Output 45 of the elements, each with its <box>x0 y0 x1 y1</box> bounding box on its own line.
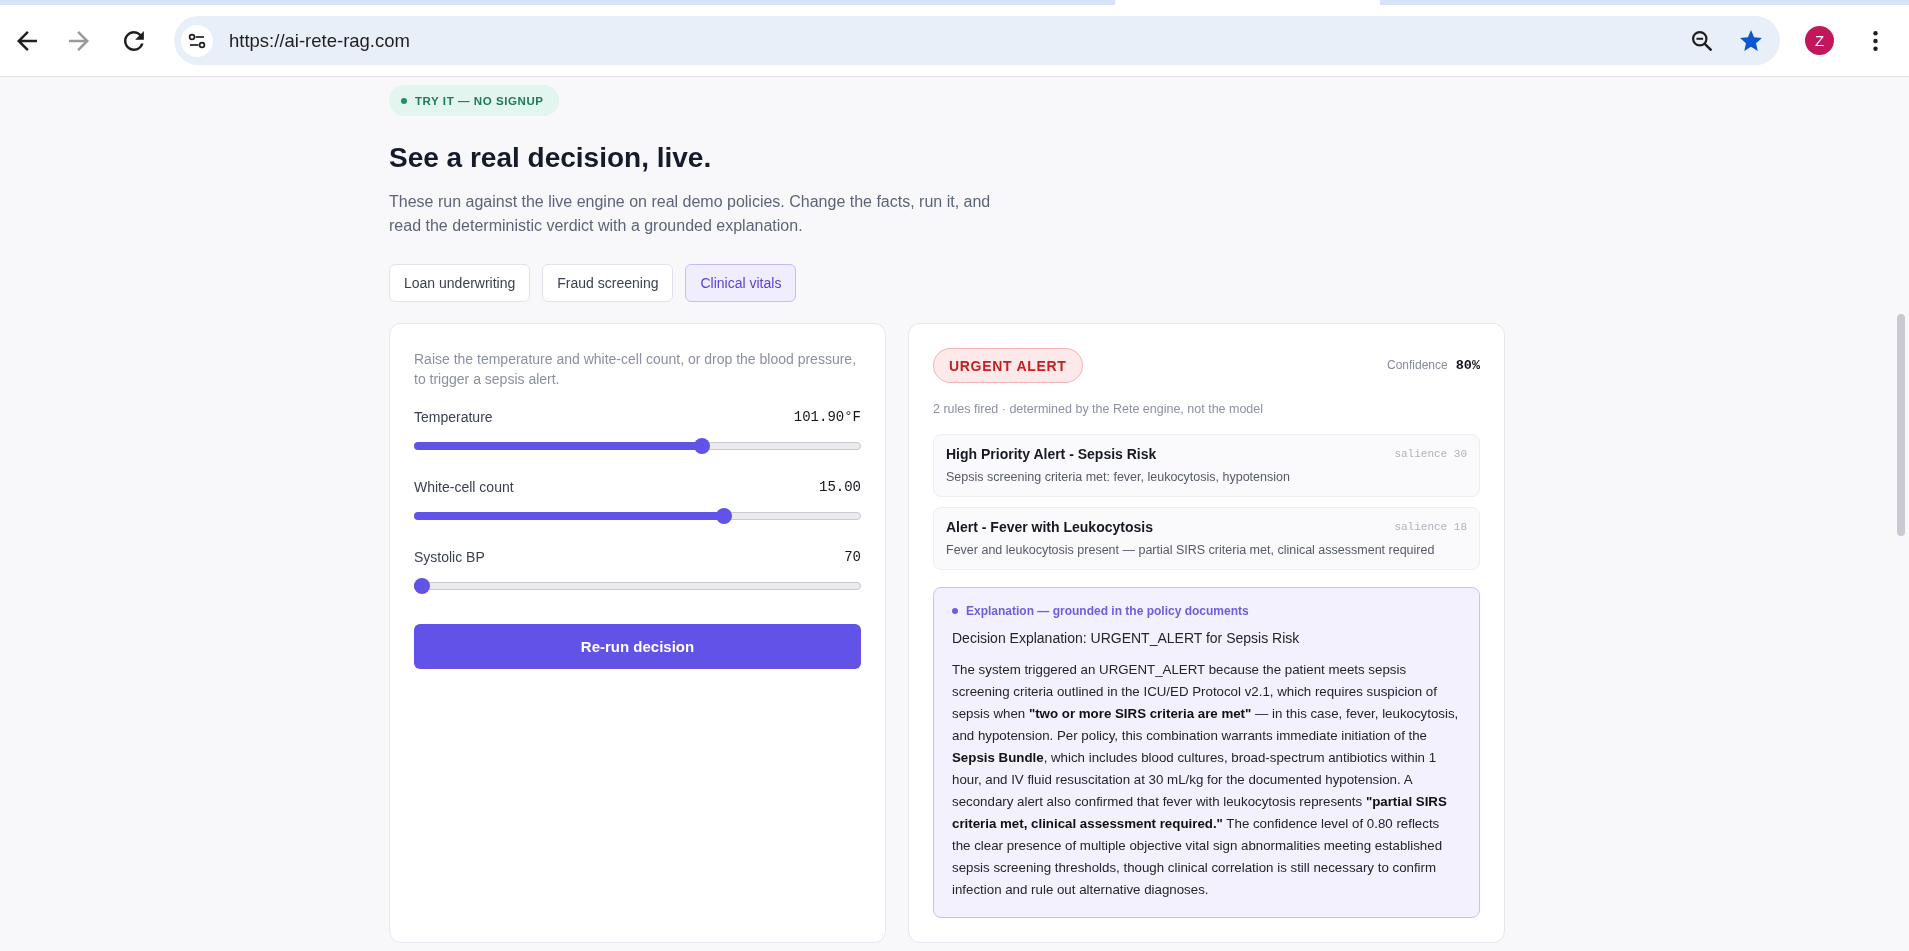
rule-description: Sepsis screening criteria met: fever, leukocytosis, hypotension <box>946 469 1291 486</box>
instructions-text: Raise the temperature and white-cell count, or drop the blood pressure, to trigger a sepsis alert. <box>414 350 858 389</box>
scrollbar-thumb[interactable] <box>1897 314 1905 536</box>
explanation-header: Explanation — grounded in the policy documents <box>966 604 1249 618</box>
slider-value: 101.90°F <box>793 409 861 425</box>
verdict-badge: URGENT ALERT <box>933 348 1083 383</box>
scenario-tab[interactable]: Clinical vitals <box>685 264 797 302</box>
confidence-value: 80% <box>1455 358 1480 373</box>
rule-title: High Priority Alert - Sepsis Risk <box>946 446 1157 462</box>
explanation-text: The system triggered an URGENT_ALERT because the patient meets sepsis screening criteria outlined in the ICU/ED Protocol v2.1, which requires suspicion of sepsis when "two or more SIRS criteria are met" — in this case, fever, leukocytosis, and hypotension. Per policy, this combination warrants immediate initiation of the Sepsis Bundle, which includes blood cultures, broad-spectrum antibiotics within 1 hour, and IV fluid resuscitation at 30 mL/kg for the documented hypotension. A secondary alert also confirmed that fever with leukocytosis represents "partial SIRS criteria met, clinical assessment required." The confidence level of 0.80 reflects the clear presence of multiple objective vital sign abnormalities meeting established sepsis screening thresholds, though clinical correlation is still necessary to confirm infection and rule out alternative diagnoses. <box>952 661 1460 899</box>
salience-text: salience 30 <box>1394 448 1467 460</box>
slider-label: Systolic BP <box>414 549 485 565</box>
slider-track[interactable] <box>414 438 861 454</box>
address-bar[interactable]: https://ai-rete-rag.com <box>174 16 1780 65</box>
slider-track[interactable] <box>414 578 861 594</box>
menu-icon[interactable] <box>1873 30 1878 51</box>
slider-label: White-cell count <box>414 479 514 495</box>
slider-track[interactable] <box>414 508 861 524</box>
scenario-tab[interactable]: Fraud screening <box>542 264 674 302</box>
rerun-decision-button[interactable]: Re-run decision <box>414 624 861 669</box>
explanation-title: Decision Explanation: URGENT_ALERT for Sepsis Risk <box>952 629 1301 648</box>
rule-title: Alert - Fever with Leukocytosis <box>946 519 1153 535</box>
status-dot-icon <box>401 97 407 104</box>
back-arrow-icon[interactable] <box>17 30 37 51</box>
badge-label: TRY IT — NO SIGNUP <box>415 94 544 107</box>
rule-description: Fever and leukocytosis present — partial SIRS criteria met, clinical assessment required <box>946 542 1436 559</box>
zoom-out-icon[interactable] <box>1692 30 1712 51</box>
profile-avatar[interactable]: Z <box>1805 26 1834 55</box>
slider-value: 15.00 <box>819 479 861 495</box>
slider-thumb[interactable] <box>414 578 430 594</box>
section-title: See a real decision, live. <box>389 141 712 175</box>
bookmark-star-icon[interactable] <box>1740 30 1762 51</box>
salience-text: salience 18 <box>1394 521 1467 533</box>
scenario-tab[interactable]: Loan underwriting <box>389 264 531 302</box>
section-description: These run against the live engine on real demo policies. Change the facts, run it, and read the deterministic verdict with a grounded explanation. <box>389 192 992 236</box>
url-text: https://ai-rete-rag.com <box>229 29 410 52</box>
dot-icon <box>952 608 958 614</box>
slider-thumb[interactable] <box>694 438 711 454</box>
rules-summary: 2 rules fired · determined by the Rete engine, not the model <box>933 401 1265 418</box>
site-settings-icon[interactable] <box>181 24 213 57</box>
slider-label: Temperature <box>414 409 493 425</box>
slider-thumb[interactable] <box>715 508 732 524</box>
slider-value: 70 <box>844 549 861 565</box>
reload-icon[interactable] <box>124 30 144 51</box>
confidence-label: Confidence <box>1386 358 1448 372</box>
